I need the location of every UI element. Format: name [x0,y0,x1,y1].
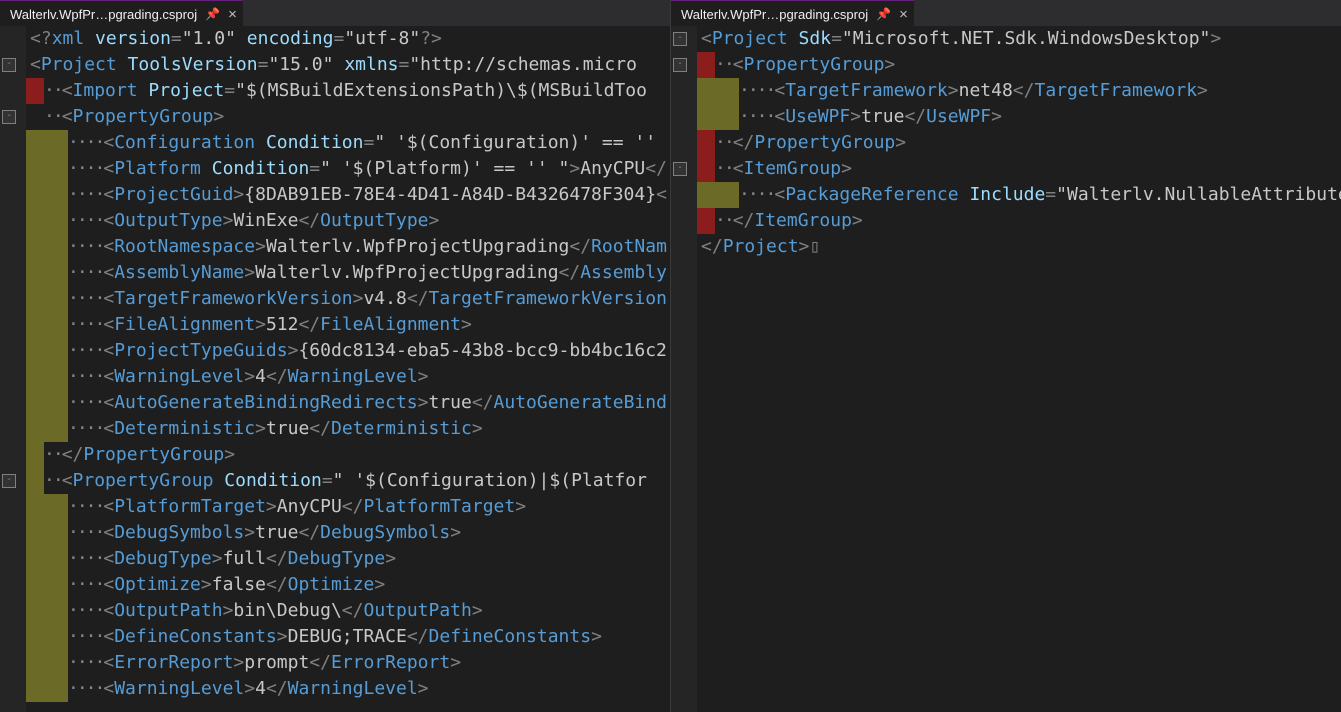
tab-title: Walterlv.WpfPr…pgrading.csproj [10,7,197,22]
fold-minus-icon[interactable]: - [2,110,16,124]
fold-minus-icon[interactable]: - [2,474,16,488]
tab-bar: Walterlv.WpfPr…pgrading.csproj 📌 × [0,0,670,26]
code-line: <?xml version="1.0" encoding="utf-8"?> [26,26,670,52]
tab-bar: Walterlv.WpfPr…pgrading.csproj 📌 × [671,0,1341,26]
fold-minus-icon[interactable]: - [2,58,16,72]
close-icon[interactable]: × [899,6,908,23]
code-line: ····<DebugType>full</DebugType> [26,546,670,572]
fold-minus-icon[interactable]: - [673,32,687,46]
code-line: ····<AutoGenerateBindingRedirects>true</… [26,390,670,416]
code-line: ····<UseWPF>true</UseWPF> [697,104,1341,130]
code-line: ····<TargetFramework>net48</TargetFramew… [697,78,1341,104]
code-line: ····<DefineConstants>DEBUG;TRACE</Define… [26,624,670,650]
code-line: ····<OutputPath>bin\Debug\</OutputPath> [26,598,670,624]
fold-minus-icon[interactable]: - [673,162,687,176]
code-line: ··<PropertyGroup> [697,52,1341,78]
code-line: <Project Sdk="Microsoft.NET.Sdk.WindowsD… [697,26,1341,52]
code-line: ····<DebugSymbols>true</DebugSymbols> [26,520,670,546]
code-line: ····<PackageReference Include="Walterlv.… [697,182,1341,208]
tab-title: Walterlv.WpfPr…pgrading.csproj [681,7,868,22]
code-line: ····<RootNamespace>Walterlv.WpfProjectUp… [26,234,670,260]
code-line: ····<Platform Condition=" '$(Platform)' … [26,156,670,182]
code-line: ····<AssemblyName>Walterlv.WpfProjectUpg… [26,260,670,286]
file-tab[interactable]: Walterlv.WpfPr…pgrading.csproj 📌 × [671,0,914,27]
code-line: ··</ItemGroup> [697,208,1341,234]
code-line: ····<WarningLevel>4</WarningLevel> [26,364,670,390]
code-line: ··</PropertyGroup> [26,442,670,468]
file-tab[interactable]: Walterlv.WpfPr…pgrading.csproj 📌 × [0,0,243,27]
code-line: ··</PropertyGroup> [697,130,1341,156]
code-editor[interactable]: <Project Sdk="Microsoft.NET.Sdk.WindowsD… [697,26,1341,712]
code-line: ····<ProjectTypeGuids>{60dc8134-eba5-43b… [26,338,670,364]
code-line: </Project>▯ [697,234,1341,260]
editor-pane-right: Walterlv.WpfPr…pgrading.csproj 📌 × - - -… [671,0,1341,712]
code-line: <Project ToolsVersion="15.0" xmlns="http… [26,52,670,78]
code-line: ··<ItemGroup> [697,156,1341,182]
code-line: ····<Optimize>false</Optimize> [26,572,670,598]
fold-gutter: - - - [671,26,697,712]
code-line: ····<Configuration Condition=" '$(Config… [26,130,670,156]
fold-minus-icon[interactable]: - [673,58,687,72]
pin-icon[interactable]: 📌 [876,7,891,21]
code-line: ····<WarningLevel>4</WarningLevel> [26,676,670,702]
pin-icon[interactable]: 📌 [205,7,220,21]
fold-gutter: - - - [0,26,26,712]
code-editor[interactable]: <?xml version="1.0" encoding="utf-8"?> <… [26,26,670,712]
code-line: ····<Deterministic>true</Deterministic> [26,416,670,442]
code-line: ··<PropertyGroup> [26,104,670,130]
code-line: ····<ProjectGuid>{8DAB91EB-78E4-4D41-A84… [26,182,670,208]
code-line: ····<PlatformTarget>AnyCPU</PlatformTarg… [26,494,670,520]
code-line: ··<PropertyGroup Condition=" '$(Configur… [26,468,670,494]
code-line: ··<Import Project="$(MSBuildExtensionsPa… [26,78,670,104]
code-line: ····<FileAlignment>512</FileAlignment> [26,312,670,338]
editor-pane-left: Walterlv.WpfPr…pgrading.csproj 📌 × - - -… [0,0,671,712]
code-line: ····<TargetFrameworkVersion>v4.8</Target… [26,286,670,312]
close-icon[interactable]: × [228,6,237,23]
code-line: ····<OutputType>WinExe</OutputType> [26,208,670,234]
code-line: ····<ErrorReport>prompt</ErrorReport> [26,650,670,676]
